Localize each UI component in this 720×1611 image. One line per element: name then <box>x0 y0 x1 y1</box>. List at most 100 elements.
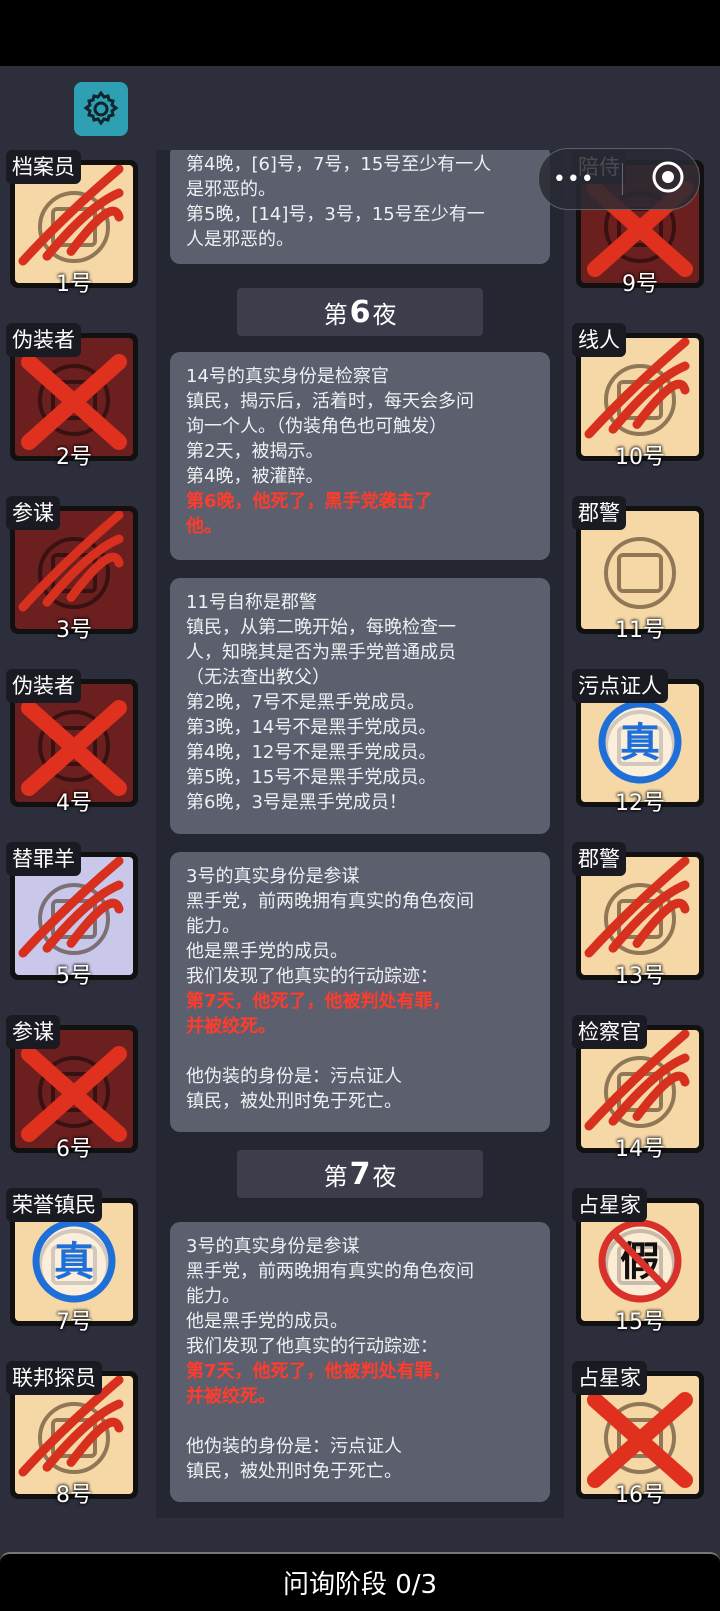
role-label: 检察官 <box>572 1015 647 1049</box>
log-line: 询一个人。（伪装角色也可触发） <box>186 416 447 437</box>
seat-number: 1号 <box>56 272 92 297</box>
role-label: 线人 <box>572 323 626 357</box>
log-line: 第4晚，[6]号，7号，15号至少有一人 <box>186 154 492 175</box>
log-line: 人，知晓其是否为黑手党普通成员 <box>186 642 456 663</box>
log-line: 能力。 <box>186 1286 240 1307</box>
log-line: 第4晚，被灌醉。 <box>186 466 324 487</box>
log-line: 镇民，揭示后，活着时，每天会多问 <box>186 391 474 412</box>
death-line: 并被绞死。 <box>186 1386 276 1407</box>
log-card: 14号的真实身份是检察官 镇民，揭示后，活着时，每天会多问 询一个人。（伪装角色… <box>170 352 550 560</box>
death-line: 并被绞死。 <box>186 1016 276 1037</box>
close-button[interactable] <box>651 160 685 198</box>
seat-number: 10号 <box>615 445 665 470</box>
seat-number: 4号 <box>56 791 92 816</box>
role-label: 替罪羊 <box>6 842 81 876</box>
death-line: 第7天，他死了，他被判处有罪， <box>186 991 451 1012</box>
seat-number: 14号 <box>615 1137 665 1162</box>
log-line: 3号的真实身份是参谋 <box>186 866 360 887</box>
player-card-2号[interactable]: 伪装者 2号 <box>6 323 142 470</box>
log-line: 第6晚，3号是黑手党成员！ <box>186 792 407 813</box>
role-label: 荣誉镇民 <box>6 1188 102 1222</box>
role-label: 参谋 <box>6 496 60 530</box>
seat-number: 15号 <box>615 1310 665 1335</box>
player-card-15号[interactable]: 假占星家15号 <box>572 1188 708 1335</box>
log-line: 第2天，被揭示。 <box>186 441 324 462</box>
log-line: 他是黑手党的成员。 <box>186 1311 348 1332</box>
role-label: 联邦探员 <box>6 1361 102 1395</box>
stamp-text: 真 <box>620 720 660 766</box>
log-line: 第5晚，15号不是黑手党成员。 <box>186 767 437 788</box>
death-line: 第6晚，他死了，黑手党袭击了 <box>186 491 433 512</box>
status-bar <box>0 0 720 66</box>
role-label: 档案员 <box>6 150 81 184</box>
log-card: 3号的真实身份是参谋 黑手党，前两晚拥有真实的角色夜间 能力。 他是黑手党的成员… <box>170 852 550 1132</box>
gear-icon <box>83 90 119 126</box>
role-label: 占星家 <box>572 1361 647 1395</box>
player-card-16号[interactable]: 占星家 16号 <box>572 1361 708 1508</box>
log-line: 他伪装的身份是：污点证人 <box>186 1436 402 1457</box>
stamp-text: 真 <box>54 1239 94 1285</box>
seat-number: 8号 <box>56 1483 92 1508</box>
seat-number: 12号 <box>615 791 665 816</box>
log-line: 他是黑手党的成员。 <box>186 941 348 962</box>
player-card-11号[interactable]: 郡警 11号 <box>572 496 708 643</box>
player-card-1号[interactable]: 档案员 1号 <box>6 150 142 297</box>
player-card-12号[interactable]: 真 污点证人 12号 <box>572 669 708 816</box>
seat-number: 16号 <box>615 1483 665 1508</box>
player-card-14号[interactable]: 检察官 14号 <box>572 1015 708 1162</box>
log-line: 第2晚，7号不是黑手党成员。 <box>186 692 425 713</box>
log-line: 第4晚，12号不是黑手党成员。 <box>186 742 437 763</box>
log-line: 是邪恶的。 <box>186 179 276 200</box>
role-label: 污点证人 <box>572 669 668 703</box>
phase-label: 问询阶段 0/3 <box>282 1570 438 1600</box>
log-line: 能力。 <box>186 916 240 937</box>
log-line: 人是邪恶的。 <box>186 229 294 250</box>
seat-number: 6号 <box>56 1137 92 1162</box>
night-log-feed[interactable]: 第4晚，[6]号，7号，15号至少有一人 是邪恶的。 第5晚，[14]号，3号，… <box>170 150 550 1518</box>
seat-number: 13号 <box>615 964 665 989</box>
log-line: 黑手党，前两晚拥有真实的角色夜间 <box>186 1261 474 1282</box>
log-line: 第5晚，[14]号，3号，15号至少有一 <box>186 204 485 225</box>
log-line: 我们发现了他真实的行动踪迹： <box>186 1336 438 1357</box>
night-header: 第6夜 <box>237 288 483 336</box>
death-line: 第7天，他死了，他被判处有罪， <box>186 1361 451 1382</box>
seat-number: 2号 <box>56 445 92 470</box>
role-label: 郡警 <box>572 496 626 530</box>
player-card-8号[interactable]: 联邦探员 8号 <box>6 1361 142 1508</box>
log-line: 3号的真实身份是参谋 <box>186 1236 360 1257</box>
player-card-3号[interactable]: 参谋 3号 <box>6 496 142 643</box>
seat-number: 5号 <box>56 964 92 989</box>
player-card-13号[interactable]: 郡警 13号 <box>572 842 708 989</box>
log-card: 11号自称是郡警 镇民，从第二晚开始，每晚检查一 人，知晓其是否为黑手党普通成员… <box>170 578 550 834</box>
player-card-5号[interactable]: 替罪羊 5号 <box>6 842 142 989</box>
capsule-divider <box>622 163 624 195</box>
player-card-10号[interactable]: 线人 10号 <box>572 323 708 470</box>
role-label: 伪装者 <box>6 669 81 703</box>
settings-button[interactable] <box>74 82 128 136</box>
log-line: （无法查出教父） <box>186 667 330 688</box>
log-card: 第4晚，[6]号，7号，15号至少有一人 是邪恶的。 第5晚，[14]号，3号，… <box>170 150 550 264</box>
seat-number: 9号 <box>622 272 658 297</box>
log-line: 镇民，被处刑时免于死亡。 <box>186 1461 402 1482</box>
seat-number: 11号 <box>615 618 665 643</box>
target-icon <box>652 161 684 193</box>
more-button[interactable]: ••• <box>553 167 595 192</box>
death-line: 他。 <box>186 516 222 537</box>
log-line: 他伪装的身份是：污点证人 <box>186 1066 402 1087</box>
mini-program-capsule: ••• <box>538 148 700 210</box>
log-line: 我们发现了他真实的行动踪迹： <box>186 966 438 987</box>
log-line: 14号的真实身份是检察官 <box>186 366 389 387</box>
player-card-7号[interactable]: 真 荣誉镇民 7号 <box>6 1188 142 1335</box>
player-card-4号[interactable]: 伪装者 4号 <box>6 669 142 816</box>
role-label: 参谋 <box>6 1015 60 1049</box>
role-label: 占星家 <box>572 1188 647 1222</box>
role-label: 郡警 <box>572 842 626 876</box>
player-card-6号[interactable]: 参谋 6号 <box>6 1015 142 1162</box>
role-label: 伪装者 <box>6 323 81 357</box>
log-card: 3号的真实身份是参谋 黑手党，前两晚拥有真实的角色夜间 能力。 他是黑手党的成员… <box>170 1222 550 1502</box>
phase-bar[interactable]: 问询阶段 0/3 <box>0 1552 720 1611</box>
log-line: 镇民，从第二晚开始，每晚检查一 <box>186 617 456 638</box>
seat-number: 3号 <box>56 618 92 643</box>
